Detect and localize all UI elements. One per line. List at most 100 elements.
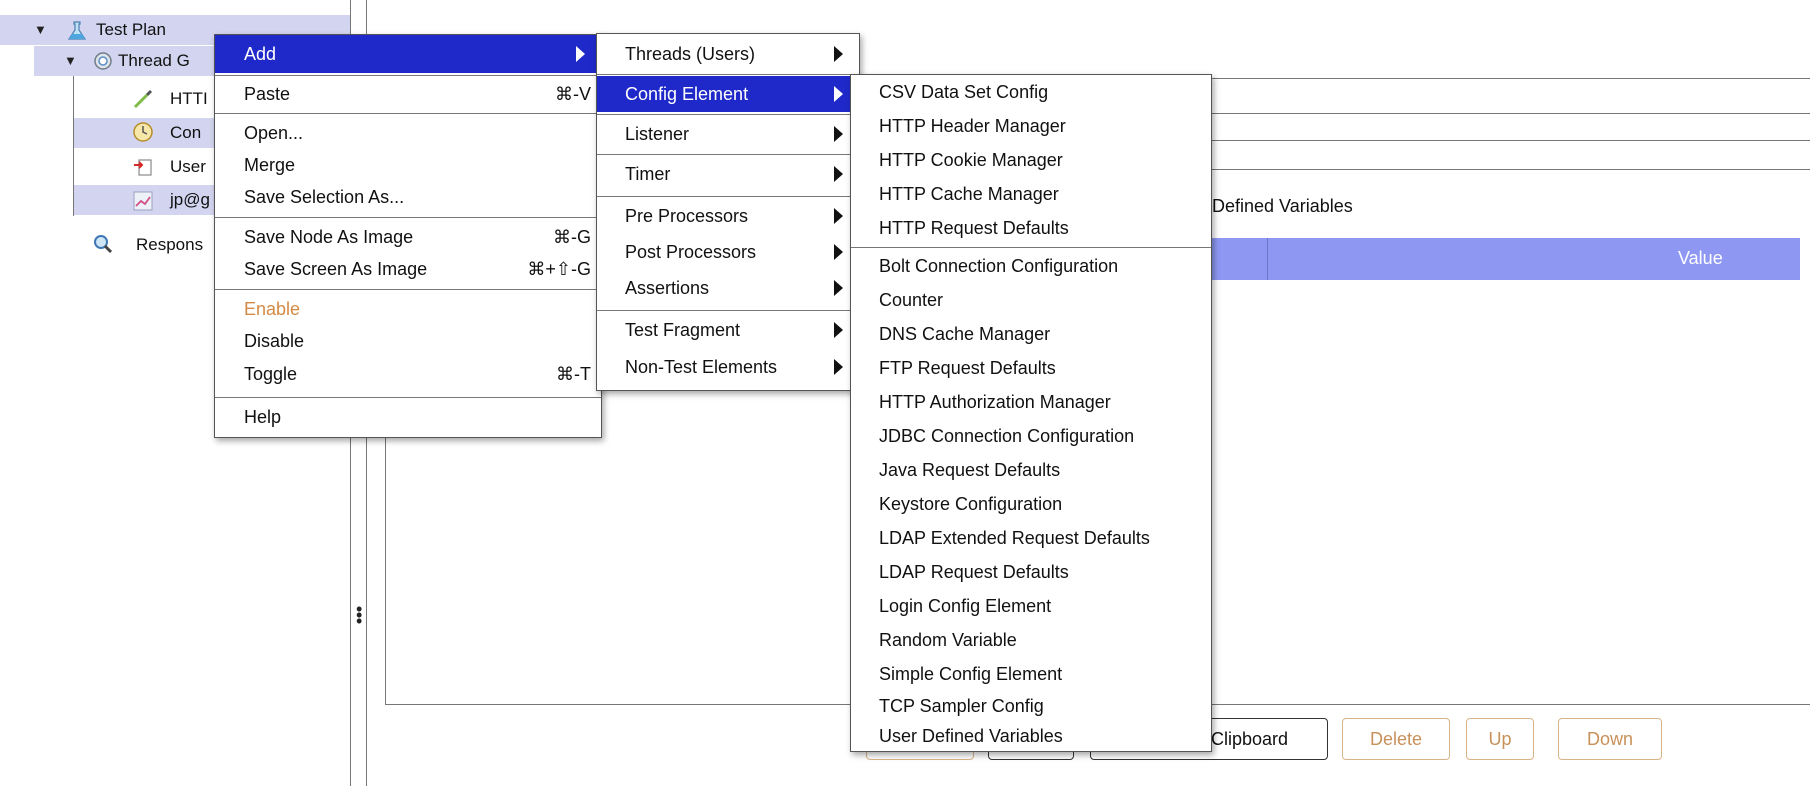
magnifier-icon xyxy=(94,235,113,254)
menu-item-label: Random Variable xyxy=(879,630,1017,650)
menu-item-listener[interactable]: Listener xyxy=(597,116,859,152)
menu-separator xyxy=(597,196,859,197)
menu-item-csv-data-set[interactable]: CSV Data Set Config xyxy=(851,75,1211,109)
menu-item-java-request-defaults[interactable]: Java Request Defaults xyxy=(851,453,1211,487)
expand-arrow-icon[interactable]: ▼ xyxy=(64,46,77,76)
menu-item-label: LDAP Request Defaults xyxy=(879,562,1069,582)
menu-item-label: LDAP Extended Request Defaults xyxy=(879,528,1150,548)
menu-item-label: Bolt Connection Configuration xyxy=(879,256,1119,276)
menu-item-label: Pre Processors xyxy=(625,206,749,226)
menu-item-random-variable[interactable]: Random Variable xyxy=(851,623,1211,657)
value-column-header: Value xyxy=(1678,248,1723,268)
menu-item-open[interactable]: Open... xyxy=(215,117,601,149)
menu-item-test-fragment[interactable]: Test Fragment xyxy=(597,312,859,348)
submenu-arrow-icon xyxy=(834,244,843,260)
menu-item-http-header-manager[interactable]: HTTP Header Manager xyxy=(851,109,1211,143)
menu-item-label: Help xyxy=(244,407,282,427)
menu-item-save-node-image[interactable]: Save Node As Image ⌘-G xyxy=(215,221,601,253)
menu-item-paste[interactable]: Paste ⌘-V xyxy=(215,79,601,109)
graph-icon xyxy=(133,191,153,211)
menu-item-merge[interactable]: Merge xyxy=(215,149,601,181)
submenu-arrow-icon xyxy=(576,46,585,62)
menu-item-threads[interactable]: Threads (Users) xyxy=(597,36,859,72)
menu-separator xyxy=(597,154,859,155)
variables-table-header: Value xyxy=(1195,238,1800,280)
menu-item-label: Paste xyxy=(244,84,291,104)
tree-item-label: jp@g xyxy=(170,190,210,209)
user-variables-icon xyxy=(134,159,152,176)
menu-separator xyxy=(597,310,859,311)
menu-item-disable[interactable]: Disable xyxy=(215,325,601,357)
menu-shortcut: ⌘+⇧-G xyxy=(527,259,591,279)
menu-item-enable: Enable xyxy=(215,293,601,325)
up-button[interactable]: Up xyxy=(1466,718,1534,760)
menu-item-label: Save Selection As... xyxy=(244,187,405,207)
menu-item-toggle[interactable]: Toggle ⌘-T xyxy=(215,357,601,391)
menu-item-tcp-sampler-config[interactable]: TCP Sampler Config xyxy=(851,691,1211,721)
submenu-arrow-icon xyxy=(834,322,843,338)
menu-item-login-config-element[interactable]: Login Config Element xyxy=(851,589,1211,623)
menu-item-save-screen-image[interactable]: Save Screen As Image ⌘+⇧-G xyxy=(215,253,601,285)
gear-icon xyxy=(94,52,112,70)
menu-item-non-test-elements[interactable]: Non-Test Elements xyxy=(597,348,859,386)
menu-item-save-selection[interactable]: Save Selection As... xyxy=(215,181,601,213)
timer-icon xyxy=(133,122,153,142)
menu-item-user-defined-variables[interactable]: User Defined Variables xyxy=(851,721,1211,751)
clipboard-button-label: Clipboard xyxy=(1211,729,1289,749)
menu-item-label: Toggle xyxy=(244,364,298,384)
menu-item-pre-processors[interactable]: Pre Processors xyxy=(597,198,859,234)
menu-item-ldap-extended-request-defaults[interactable]: LDAP Extended Request Defaults xyxy=(851,521,1211,555)
column-divider xyxy=(1267,238,1268,280)
menu-item-label: Counter xyxy=(879,290,944,310)
menu-item-help[interactable]: Help xyxy=(215,399,601,435)
menu-item-add[interactable]: Add xyxy=(215,35,601,73)
menu-item-ldap-request-defaults[interactable]: LDAP Request Defaults xyxy=(851,555,1211,589)
menu-item-http-authorization-manager[interactable]: HTTP Authorization Manager xyxy=(851,385,1211,419)
menu-item-label: Timer xyxy=(625,164,671,184)
menu-item-label: Merge xyxy=(244,155,296,175)
menu-separator xyxy=(597,74,859,75)
expand-arrow-icon[interactable]: ▼ xyxy=(34,15,47,45)
menu-item-label: Open... xyxy=(244,123,304,143)
menu-item-label: Enable xyxy=(244,299,301,319)
menu-item-label: CSV Data Set Config xyxy=(879,82,1049,102)
menu-item-config-element[interactable]: Config Element xyxy=(597,76,859,112)
menu-item-label: Simple Config Element xyxy=(879,664,1063,684)
menu-item-label: HTTP Authorization Manager xyxy=(879,392,1111,412)
menu-item-jdbc-connection[interactable]: JDBC Connection Configuration xyxy=(851,419,1211,453)
menu-item-keystore-configuration[interactable]: Keystore Configuration xyxy=(851,487,1211,521)
menu-item-label: Java Request Defaults xyxy=(879,460,1061,480)
menu-item-http-cache-manager[interactable]: HTTP Cache Manager xyxy=(851,177,1211,211)
menu-item-post-processors[interactable]: Post Processors xyxy=(597,234,859,270)
menu-item-bolt-connection[interactable]: Bolt Connection Configuration xyxy=(851,249,1211,283)
menu-item-label: Keystore Configuration xyxy=(879,494,1063,514)
menu-separator xyxy=(597,114,859,115)
delete-button[interactable]: Delete xyxy=(1342,718,1450,760)
menu-item-counter[interactable]: Counter xyxy=(851,283,1211,317)
menu-item-http-cookie-manager[interactable]: HTTP Cookie Manager xyxy=(851,143,1211,177)
down-button[interactable]: Down xyxy=(1558,718,1662,760)
menu-item-http-request-defaults[interactable]: HTTP Request Defaults xyxy=(851,211,1211,245)
add-submenu: Threads (Users) Config Element Listener … xyxy=(596,33,860,391)
menu-separator xyxy=(215,289,601,290)
splitter-handle-icon[interactable]: • • • xyxy=(356,600,362,630)
menu-item-label: Config Element xyxy=(625,84,749,104)
submenu-arrow-icon xyxy=(834,166,843,182)
menu-item-assertions[interactable]: Assertions xyxy=(597,270,859,306)
menu-item-label: HTTP Cookie Manager xyxy=(879,150,1063,170)
menu-item-simple-config-element[interactable]: Simple Config Element xyxy=(851,657,1211,691)
menu-shortcut: ⌘-T xyxy=(556,364,591,384)
menu-item-label: Save Node As Image xyxy=(244,227,414,247)
menu-item-label: DNS Cache Manager xyxy=(879,324,1051,344)
menu-item-timer[interactable]: Timer xyxy=(597,156,859,192)
tree-item-label: Thread G xyxy=(118,51,190,70)
menu-item-label: JDBC Connection Configuration xyxy=(879,426,1135,446)
menu-item-ftp-request-defaults[interactable]: FTP Request Defaults xyxy=(851,351,1211,385)
submenu-arrow-icon xyxy=(834,280,843,296)
submenu-arrow-icon xyxy=(834,86,843,102)
menu-separator xyxy=(215,113,601,114)
menu-separator xyxy=(851,247,1211,248)
tree-item-label: Respons xyxy=(136,235,204,254)
menu-item-dns-cache-manager[interactable]: DNS Cache Manager xyxy=(851,317,1211,351)
menu-item-label: HTTP Request Defaults xyxy=(879,218,1069,238)
